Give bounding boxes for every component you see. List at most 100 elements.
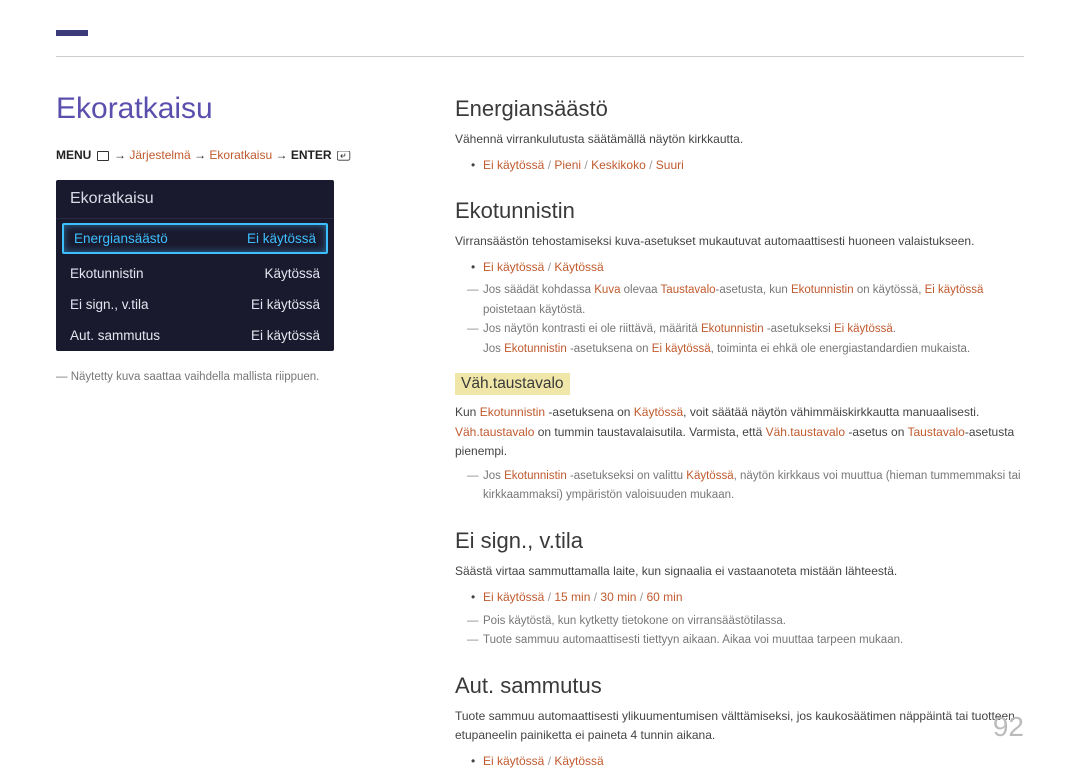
note-item: Jos säädät kohdassa Kuva olevaa Taustava… (455, 281, 1024, 320)
note-item: Pois käytöstä, kun kytketty tietokone on… (455, 612, 1024, 632)
option: Suuri (656, 158, 684, 172)
osd-panel: Ekoratkaisu Energiansäästö Ei käytössä E… (56, 180, 334, 351)
sep: / (590, 590, 600, 604)
option: Käytössä (554, 260, 603, 274)
option-list: Ei käytössä / Käytössä (455, 257, 1024, 277)
t: Taustavalo (907, 425, 964, 439)
t: , toiminta ei ehkä ole energiastandardie… (711, 343, 971, 355)
t: . (893, 323, 896, 335)
section-ekotunnistin: Ekotunnistin Virransäästön tehostamiseks… (455, 198, 1024, 506)
osd-row-value: Ei käytössä (251, 297, 320, 312)
sep: / (544, 260, 554, 274)
note-list: Pois käytöstä, kun kytketty tietokone on… (455, 612, 1024, 651)
t: , voit säätää näytön vähimmäiskirkkautta… (683, 405, 979, 419)
option-item: Ei käytössä / Pieni / Keskikoko / Suuri (455, 155, 1024, 175)
header-accent-bar (56, 30, 88, 36)
option-item: Ei käytössä / Käytössä (455, 257, 1024, 277)
breadcrumb: MENU → Järjestelmä → Ekoratkaisu → ENTER (56, 148, 386, 162)
t: Jos säädät kohdassa (483, 284, 594, 296)
t: Ekotunnistin (791, 284, 854, 296)
t: Ei käytössä (652, 343, 711, 355)
t: Ekotunnistin (504, 343, 567, 355)
osd-row-label: Ekotunnistin (70, 266, 144, 281)
osd-row-value: Käytössä (264, 266, 320, 281)
sep: / (636, 590, 646, 604)
section-heading: Ei sign., v.tila (455, 528, 1024, 554)
note-item: Jos Ekotunnistin -asetukseksi on valittu… (455, 467, 1024, 506)
osd-row-label: Aut. sammutus (70, 328, 160, 343)
osd-row-value: Ei käytössä (247, 231, 316, 246)
osd-title: Ekoratkaisu (56, 180, 334, 219)
page-number: 92 (993, 711, 1024, 743)
note-item: Tuote sammuu automaattisesti tiettyyn ai… (455, 631, 1024, 651)
sep: / (646, 158, 656, 172)
t: -asetusta, kun (716, 284, 791, 296)
option: Pieni (554, 158, 581, 172)
t: olevaa (620, 284, 660, 296)
t: Ei käytössä (925, 284, 984, 296)
section-paragraph: Virransäästön tehostamiseksi kuva-asetuk… (455, 232, 1024, 251)
t: -asetukseksi (764, 323, 834, 335)
t: Ei käytössä (834, 323, 893, 335)
t: Käytössä (634, 405, 683, 419)
breadcrumb-enter: ENTER (291, 148, 332, 162)
option: 60 min (646, 590, 682, 604)
breadcrumb-item: Järjestelmä (129, 148, 190, 162)
t: Jos näytön kontrasti ei ole riittävä, mä… (483, 323, 701, 335)
osd-row-label: Ei sign., v.tila (70, 297, 149, 312)
page-title: Ekoratkaisu (56, 92, 386, 126)
enter-icon (337, 151, 351, 161)
t: on käytössä, (854, 284, 925, 296)
arrow-icon: → (275, 148, 290, 162)
t: poistetaan käytöstä. (483, 304, 585, 316)
t: Jos (483, 343, 504, 355)
section-eisign: Ei sign., v.tila Säästä virtaa sammuttam… (455, 528, 1024, 651)
option: Käytössä (554, 754, 603, 768)
sep: / (544, 590, 554, 604)
menu-icon (97, 151, 109, 161)
t: Jos (483, 470, 504, 482)
option-list: Ei käytössä / Käytössä (455, 751, 1024, 771)
note-list: Jos säädät kohdassa Kuva olevaa Taustava… (455, 281, 1024, 359)
osd-row-value: Ei käytössä (251, 328, 320, 343)
t: on tummin taustavalaisutila. Varmista, e… (534, 425, 765, 439)
section-paragraph: Säästä virtaa sammuttamalla laite, kun s… (455, 562, 1024, 581)
arrow-icon: → (194, 148, 209, 162)
option: Ei käytössä (483, 754, 544, 768)
arrow-icon: → (114, 148, 129, 162)
option-list: Ei käytössä / 15 min / 30 min / 60 min (455, 587, 1024, 607)
t: -asetuksena on (567, 343, 652, 355)
option-item: Ei käytössä / Käytössä (455, 751, 1024, 771)
footnote: Näytetty kuva saattaa vaihdella mallista… (56, 369, 386, 386)
osd-row-ekotunnistin[interactable]: Ekotunnistin Käytössä (56, 258, 334, 289)
section-heading: Energiansäästö (455, 96, 1024, 122)
t: -asetuksena on (545, 405, 634, 419)
note-list: Jos Ekotunnistin -asetukseksi on valittu… (455, 467, 1024, 506)
option: Ei käytössä (483, 260, 544, 274)
sub-heading-vahtaustavalo: Väh.taustavalo (455, 373, 570, 395)
header-divider (56, 56, 1024, 57)
t: Väh.taustavalo (455, 425, 534, 439)
section-paragraph: Kun Ekotunnistin -asetuksena on Käytössä… (455, 403, 1024, 461)
t: -asetukseksi on valittu (567, 470, 687, 482)
breadcrumb-item: Ekoratkaisu (209, 148, 272, 162)
option: 30 min (600, 590, 636, 604)
osd-row-label: Energiansäästö (74, 231, 168, 246)
option: Keskikoko (591, 158, 646, 172)
osd-row-autsammutus[interactable]: Aut. sammutus Ei käytössä (56, 320, 334, 351)
breadcrumb-menu: MENU (56, 148, 91, 162)
option-item: Ei käytössä / 15 min / 30 min / 60 min (455, 587, 1024, 607)
left-column: Ekoratkaisu MENU → Järjestelmä → Ekoratk… (56, 92, 386, 386)
sep: / (544, 158, 554, 172)
t: Käytössä (686, 470, 733, 482)
section-paragraph: Vähennä virrankulutusta säätämällä näytö… (455, 130, 1024, 149)
section-autsammutus: Aut. sammutus Tuote sammuu automaattises… (455, 673, 1024, 772)
right-column: Energiansäästö Vähennä virrankulutusta s… (455, 96, 1024, 775)
option: Ei käytössä (483, 158, 544, 172)
osd-row-eisign[interactable]: Ei sign., v.tila Ei käytössä (56, 289, 334, 320)
osd-row-energiansaasto[interactable]: Energiansäästö Ei käytössä (56, 219, 334, 258)
section-energiansaasto: Energiansäästö Vähennä virrankulutusta s… (455, 96, 1024, 176)
section-heading: Ekotunnistin (455, 198, 1024, 224)
t: Taustavalo (661, 284, 716, 296)
t: -asetus on (845, 425, 907, 439)
